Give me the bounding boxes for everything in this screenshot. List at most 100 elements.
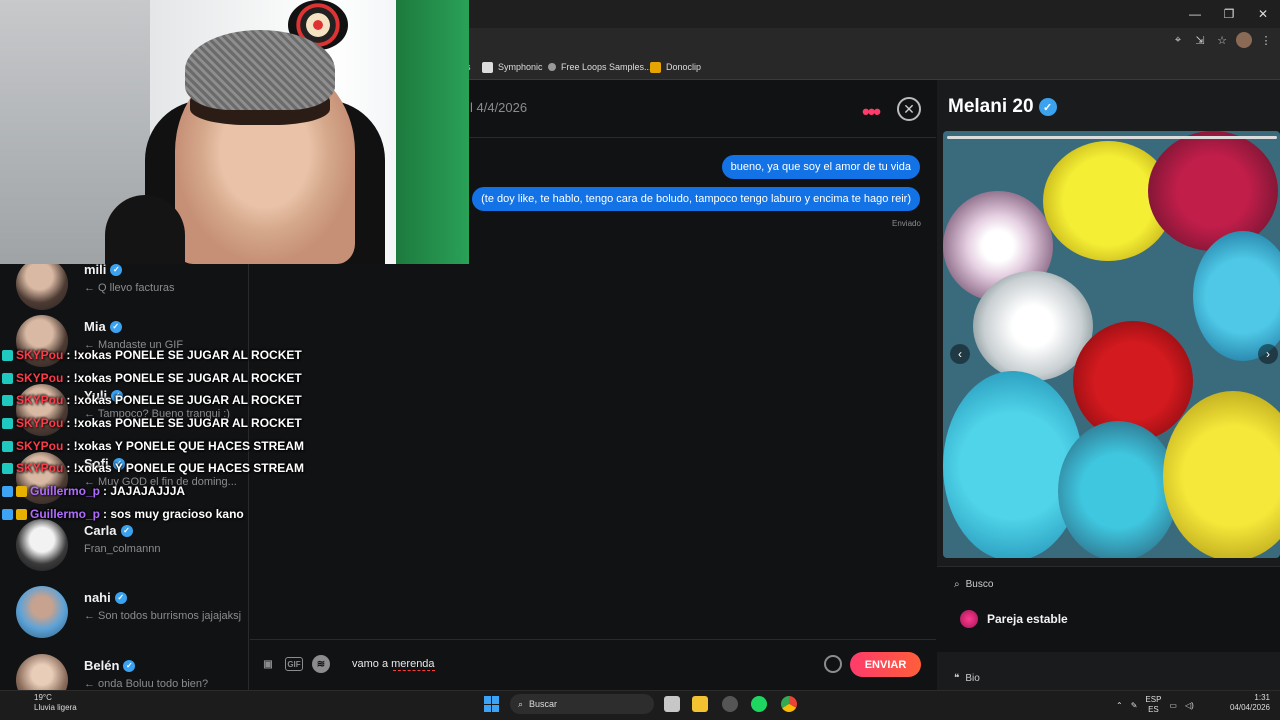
photo-progress-bar [947,136,1277,139]
gif-button[interactable]: GIF [285,657,303,671]
bio-text: Bio [965,673,980,684]
stream-chat-line: SKYPou : !xokas PONELE SE JUGAR AL ROCKE… [2,369,302,387]
task-view-icon[interactable] [664,696,680,712]
message-status: Enviado [892,219,921,228]
chat-message: : !xokas PONELE SE JUGAR AL ROCKET [66,393,302,407]
flower-blue [1058,421,1178,558]
bio-label: ❝ Bio [954,673,980,684]
chat-message: : !xokas PONELE SE JUGAR AL ROCKET [66,416,302,430]
stream-chat-line: Guillermo_p : sos muy gracioso kano [2,505,244,523]
obs-icon[interactable] [722,696,738,712]
language-indicator[interactable]: ESP ES [1145,695,1161,715]
bookmark-label: Symphonic [498,62,543,72]
conversation-name: Carla ✓ [84,523,133,538]
subscriber-badge-icon [2,417,13,429]
chat-username: Guillermo_p [30,507,101,521]
verified-icon: ✓ [1038,98,1057,116]
avatar [16,258,68,310]
chat-message: : JAJAJAJJJA [103,484,186,498]
verified-icon: ✓ [109,320,122,333]
verified-icon: ✓ [110,263,123,276]
busco-text: Busco [965,579,994,590]
profile-photo[interactable] [943,131,1280,558]
start-button[interactable] [484,696,500,712]
verified-icon: ✓ [123,659,136,672]
maximize-icon[interactable]: ❐ [1212,0,1246,28]
profile-avatar-icon[interactable] [1236,32,1252,48]
lang-bottom: ES [1148,705,1159,714]
system-tray: ⌃ ✎ ESP ES ▭ ◁) [1116,695,1194,715]
clock-date: 04/04/2026 [1229,703,1270,712]
donoclip-icon [650,61,661,73]
conversation-preview: ← Q llevo facturas [84,282,175,294]
prime-badge-icon [2,508,13,520]
spotify-icon[interactable] [751,696,767,712]
chrome-icon[interactable] [781,696,797,712]
conversation-preview: ← Son todos burrismos jajajaksj [84,610,242,622]
profile-name-text: Melani 20 [948,96,1034,117]
stream-chat-line: SKYPou : !xokas Y PONELE QUE HACES STREA… [2,437,304,455]
match-date: l 4/4/2026 [470,100,528,115]
conversation-preview: Fran_colmannn [84,543,161,555]
prime-badge-icon [2,485,13,497]
taskbar-search[interactable]: ⌕ Buscar [510,694,654,714]
minimize-icon[interactable]: — [1178,0,1212,28]
conversation-name: Mia ✓ [84,319,122,334]
network-icon[interactable]: ▭ [1169,701,1177,710]
menu-kebab-icon[interactable]: ⋮ [1258,32,1274,48]
next-photo-icon[interactable]: › [1258,344,1278,364]
chat-username: SKYPou [16,461,64,475]
clock[interactable]: 1:31 04/04/2026 [1226,693,1270,713]
clock-time: 1:31 [1254,693,1270,702]
emoji-icon[interactable] [824,655,842,673]
message-bubble: (te doy like, te hablo, tengo cara de bo… [472,187,920,211]
location-icon[interactable]: ⌖ [1170,32,1186,48]
conversation-name-text: Carla [84,523,117,538]
conversation-name-text: mili [84,262,107,277]
send-button[interactable]: ENVIAR [850,652,921,677]
search-icon: ⌕ [518,698,524,709]
file-explorer-icon[interactable] [692,696,708,712]
subscriber-badge-icon [2,349,13,361]
flat-cap [185,30,335,110]
chat-message: : !xokas PONELE SE JUGAR AL ROCKET [66,348,302,362]
weather-temp: 19°C [34,693,52,702]
stream-chat-line: SKYPou : !xokas PONELE SE JUGAR AL ROCKE… [2,414,302,432]
stream-chat-line: SKYPou : !xokas PONELE SE JUGAR AL ROCKE… [2,391,302,409]
install-app-icon[interactable]: ⇲ [1192,32,1208,48]
weather-widget[interactable]: 19°C Lluvia ligera [12,693,77,713]
conversation-name-text: Belén [84,658,120,673]
bookmark-star-icon[interactable]: ☆ [1214,32,1230,48]
subscriber-badge-icon [2,462,13,474]
volume-icon[interactable]: ◁) [1185,701,1194,710]
contact-card-icon[interactable]: ▣ [259,655,277,673]
chevron-up-icon[interactable]: ⌃ [1116,701,1123,710]
verified-icon: ✓ [120,524,133,537]
spotify-icon[interactable]: ≋ [312,655,330,673]
chat-username: SKYPou [16,348,64,362]
conversation-item[interactable]: mili ✓ ← Q llevo facturas [16,258,248,312]
message-input[interactable]: vamo a merenda [352,658,435,670]
relationship-goal: Pareja estable [960,610,1068,628]
prev-photo-icon[interactable]: ‹ [950,344,970,364]
crown-badge-icon [16,485,27,497]
looking-for-label: ⌕ Busco [954,579,993,590]
conversation-item[interactable]: nahi ✓ ← Son todos burrismos jajajaksj [16,586,248,640]
symphonic-icon [482,61,493,73]
close-conversation-button[interactable]: ✕ [897,97,921,121]
webcam-overlay [0,0,469,264]
more-options-icon[interactable]: ••• [862,99,881,125]
webcam-door [396,0,469,264]
bookmark-symphonic[interactable]: Symphonic [482,60,543,74]
chat-username: SKYPou [16,371,64,385]
bookmark-free-loops[interactable]: Free Loops Samples... [548,60,652,74]
bookmark-donoclip[interactable]: Donoclip [650,60,701,74]
close-window-icon[interactable]: ✕ [1246,0,1280,28]
conversation-item[interactable]: Carla ✓ Fran_colmannn [16,519,248,573]
verified-icon: ✓ [114,591,127,604]
subscriber-badge-icon [2,394,13,406]
spellcheck-underline [393,670,435,671]
pen-icon[interactable]: ✎ [1131,701,1138,710]
conversation-name: Belén ✓ [84,658,136,673]
conversation-item[interactable]: Belén ✓ ← onda Boluu todo bien? [16,654,248,690]
